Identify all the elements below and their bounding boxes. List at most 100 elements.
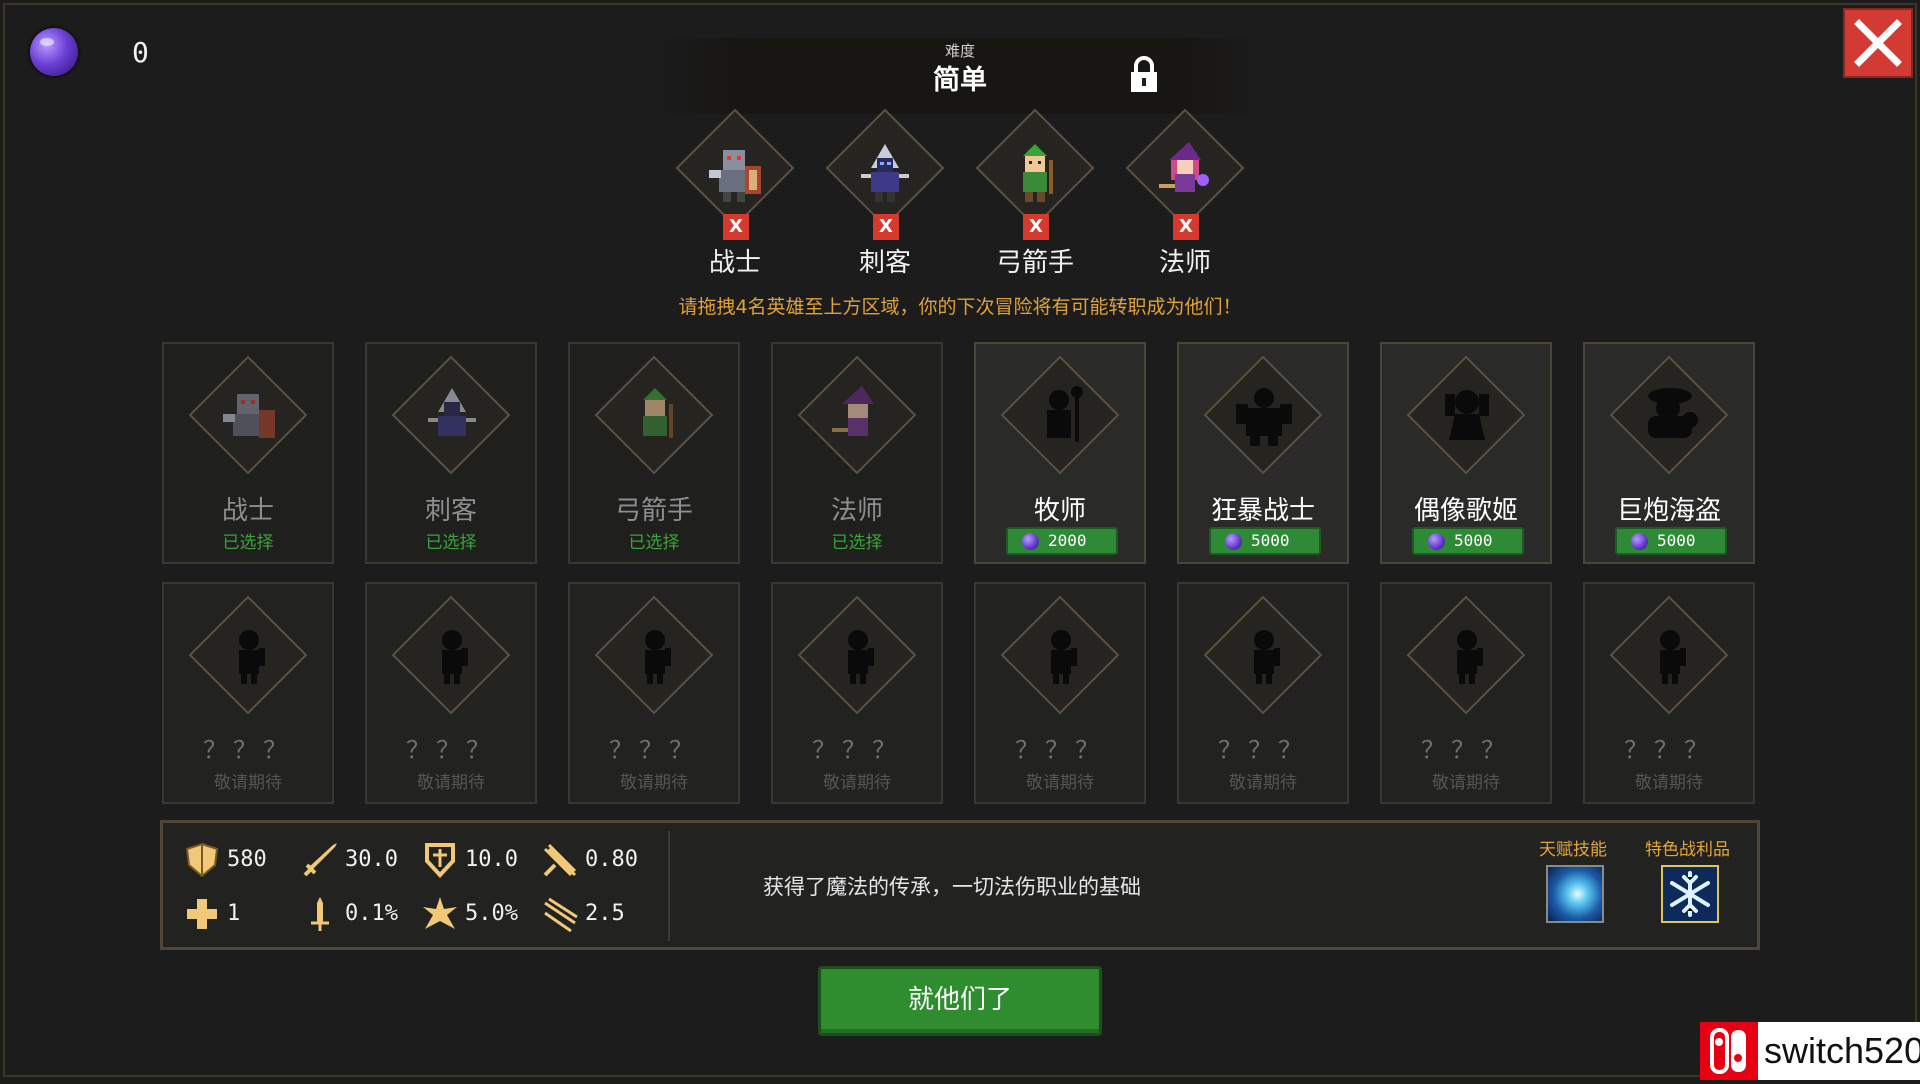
arrows-icon (544, 897, 578, 933)
hero-status: 敬请期待 (620, 773, 688, 793)
hero-card-assassin[interactable]: 刺客 已选择 (365, 342, 537, 564)
hero-card-pirate[interactable]: 巨炮海盗 5000 (1583, 342, 1755, 564)
selected-slot-mage[interactable]: X 法师 (1120, 108, 1250, 278)
hero-status: 敬请期待 (1229, 773, 1297, 793)
hero-description: 获得了魔法的传承，一切法伤职业的基础 (763, 875, 1141, 899)
hero-card-locked: ？？？ 敬请期待 (568, 582, 740, 804)
idol-silhouette-icon (1445, 390, 1489, 440)
hero-status: 敬请期待 (823, 773, 891, 793)
loot-label: 特色战利品 (1645, 840, 1730, 860)
hero-name: 狂暴战士 (1210, 496, 1315, 526)
hero-card-locked: ？？？ 敬请期待 (974, 582, 1146, 804)
hero-card-archer[interactable]: 弓箭手 已选择 (568, 342, 740, 564)
hero-name: ？？？ (812, 736, 902, 764)
remove-warrior-button[interactable]: X (723, 214, 749, 240)
unknown-silhouette-icon (848, 630, 874, 684)
price-button[interactable]: 5000 (1615, 527, 1727, 555)
close-button[interactable] (1843, 8, 1913, 78)
unknown-silhouette-icon (1254, 630, 1280, 684)
swift-sword-icon (543, 843, 577, 877)
hero-name: ？？？ (1624, 736, 1714, 764)
snowflake-icon[interactable] (1661, 865, 1719, 923)
mage-portrait-icon (832, 386, 874, 436)
sword-icon (303, 843, 337, 877)
hero-name: 偶像歌姬 (1413, 496, 1518, 526)
hero-status: 已选择 (222, 533, 274, 553)
archer-portrait-icon (643, 388, 673, 438)
mage-portrait-icon (1159, 142, 1209, 192)
hero-card-locked: ？？？ 敬请期待 (771, 582, 943, 804)
hero-status: 敬请期待 (1026, 773, 1094, 793)
plus-icon (187, 899, 217, 929)
unknown-silhouette-icon (1457, 630, 1483, 684)
shield-icon (185, 842, 219, 878)
remove-mage-button[interactable]: X (1173, 214, 1199, 240)
berserker-silhouette-icon (1236, 388, 1292, 446)
hero-status: 敬请期待 (417, 773, 485, 793)
difficulty-bar: 难度 简单 (650, 38, 1270, 114)
hero-name: ？？？ (609, 736, 699, 764)
close-icon (1854, 19, 1902, 67)
hero-status: 敬请期待 (214, 773, 282, 793)
difficulty-value[interactable]: 简单 (650, 58, 1270, 97)
switch-logo-icon (1700, 1022, 1758, 1080)
remove-archer-button[interactable]: X (1023, 214, 1049, 240)
hero-name: 战士 (221, 496, 274, 526)
unknown-silhouette-icon (442, 630, 468, 684)
pirate-silhouette-icon (1648, 388, 1698, 438)
hero-name: ？？？ (1218, 736, 1308, 764)
selected-name: 刺客 (858, 248, 911, 278)
hero-status: 已选择 (425, 533, 477, 553)
hero-card-locked: ？？？ 敬请期待 (162, 582, 334, 804)
hero-card-locked: ？？？ 敬请期待 (365, 582, 537, 804)
hero-name: ？？？ (203, 736, 293, 764)
hero-card-locked: ？？？ 敬请期待 (1177, 582, 1349, 804)
gem-count: 0 (132, 36, 149, 69)
archer-portrait-icon (1023, 144, 1053, 202)
unknown-silhouette-icon (1051, 630, 1077, 684)
hero-card-mage[interactable]: 法师 已选择 (771, 342, 943, 564)
warrior-portrait-icon (709, 150, 761, 202)
hero-card-idol[interactable]: 偶像歌姬 5000 (1380, 342, 1552, 564)
hero-name: ？？？ (406, 736, 496, 764)
purple-gem-icon (30, 28, 78, 76)
unknown-silhouette-icon (239, 630, 265, 684)
lock-icon[interactable] (1128, 56, 1160, 94)
hero-status: 已选择 (831, 533, 883, 553)
hero-name: 刺客 (424, 496, 477, 526)
talent-label: 天赋技能 (1539, 840, 1607, 860)
hero-card-warrior[interactable]: 战士 已选择 (162, 342, 334, 564)
assassin-portrait-icon (428, 388, 476, 436)
hero-status: 已选择 (628, 533, 680, 553)
remove-assassin-button[interactable]: X (873, 214, 899, 240)
selected-slot-warrior[interactable]: X 战士 (670, 108, 800, 278)
divider (668, 831, 670, 941)
hero-name: 巨炮海盗 (1616, 496, 1721, 526)
watermark: switch520 (1700, 1022, 1920, 1080)
price-button[interactable]: 5000 (1412, 527, 1524, 555)
selected-slot-archer[interactable]: X 弓箭手 (970, 108, 1100, 278)
unknown-silhouette-icon (1660, 630, 1686, 684)
price-button[interactable]: 5000 (1209, 527, 1321, 555)
hero-name: 弓箭手 (614, 496, 693, 526)
hero-status: 敬请期待 (1432, 773, 1500, 793)
purple-gem-icon (1022, 533, 1039, 550)
talent-skill-icon[interactable] (1546, 865, 1604, 923)
hero-card-berserker[interactable]: 狂暴战士 5000 (1177, 342, 1349, 564)
purple-gem-icon (1631, 533, 1648, 550)
priest-silhouette-icon (1047, 386, 1083, 442)
purple-gem-icon (1428, 533, 1445, 550)
selected-slot-assassin[interactable]: X 刺客 (820, 108, 950, 278)
purple-gem-icon (1225, 533, 1242, 550)
hero-card-priest[interactable]: 牧师 2000 (974, 342, 1146, 564)
hero-status: 敬请期待 (1635, 773, 1703, 793)
watermark-text: switch520 (1764, 1030, 1920, 1071)
hero-card-locked: ？？？ 敬请期待 (1380, 582, 1552, 804)
selected-name: 弓箭手 (995, 248, 1074, 278)
hero-name: 牧师 (1033, 496, 1086, 526)
unknown-silhouette-icon (645, 630, 671, 684)
price-button[interactable]: 2000 (1006, 527, 1118, 555)
confirm-button[interactable]: 就他们了 (818, 966, 1102, 1036)
hero-info-panel: 580 30.0 10.0 0.80 1 0.1% 5.0% 2.5 获得了魔法… (160, 820, 1760, 950)
dagger-crit-icon (311, 897, 329, 931)
